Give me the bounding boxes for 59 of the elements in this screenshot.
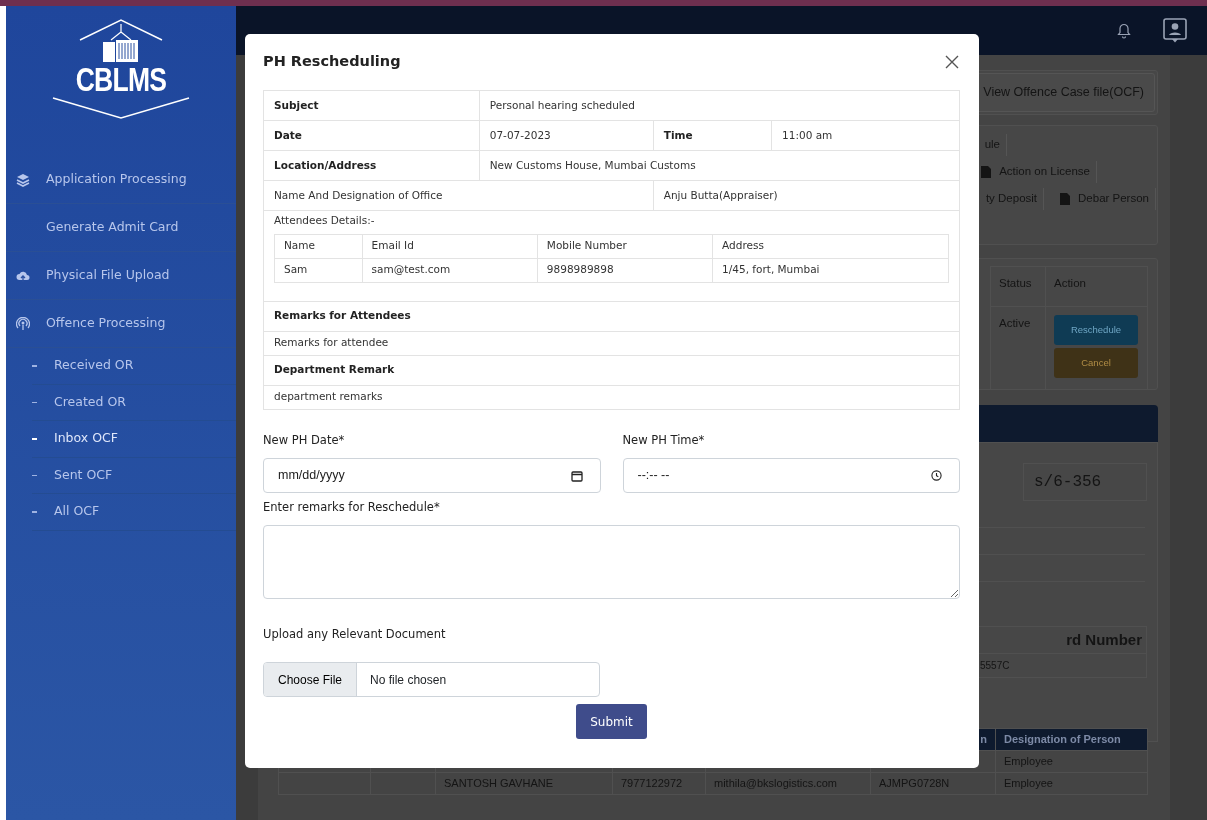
sidebar-subitem[interactable]: Sent OCF [54, 465, 113, 485]
time-field[interactable]: --:-- -- [622, 457, 960, 493]
field-label: Name And Designation of Office [263, 180, 654, 211]
table-cell: 07-07-2023 [479, 120, 654, 151]
close-icon [944, 54, 960, 70]
cancel-button[interactable]: Cancel [1054, 348, 1138, 378]
table-header-cell: Name [274, 234, 363, 258]
table-header-cell: Address [712, 234, 949, 258]
table-cell: New Customs House, Mumbai Customs [479, 150, 960, 181]
table-cell: sam@test.com [362, 258, 538, 282]
field-label: Upload any Relevant Document [263, 626, 447, 643]
field-label: Enter remarks for Reschedule* [263, 498, 441, 516]
date-field[interactable]: mm/dd/yyyy [263, 457, 601, 493]
sidebar-subitem[interactable]: Received OR [54, 356, 134, 376]
sidebar-item[interactable]: Physical File Upload [46, 266, 170, 285]
table-cell: 9898989898 [537, 258, 713, 282]
submit-button[interactable]: Submit [576, 704, 647, 740]
logo-chevron-icon [51, 96, 191, 120]
table-cell: 11:00 am [771, 120, 960, 151]
table-cell: Sam [274, 258, 363, 282]
table-cell: Anju Butta(Appraiser) [653, 180, 960, 211]
broadcast-icon [16, 316, 30, 331]
file-field[interactable]: Choose File No file chosen [263, 662, 600, 698]
field-label: Remarks for Attendees [263, 301, 960, 331]
close-button[interactable] [944, 54, 960, 70]
field-label: Subject [263, 90, 480, 121]
field-label: Location/Address [263, 150, 480, 181]
logo-text: CBLMS [75, 62, 167, 96]
sidebar-subitem[interactable]: Inbox OCF [54, 429, 118, 449]
field-label: Date [263, 120, 480, 151]
document-icon [981, 165, 992, 178]
table-cell: Personal hearing scheduled [479, 90, 960, 121]
table-header-cell: Designation of Person [995, 728, 1148, 751]
sidebar-subitem[interactable]: All OCF [54, 502, 100, 522]
field-label: New PH Time* [622, 431, 706, 449]
sidebar-item[interactable]: Offence Processing [46, 314, 166, 333]
modal-title: PH Rescheduling [263, 53, 401, 71]
field-label: Department Remark [263, 355, 960, 385]
field-label: Attendees Details:- [263, 210, 960, 231]
choose-file-button[interactable]: Choose File [264, 663, 358, 697]
file-status-text: No file chosen [369, 671, 447, 689]
document-icon [1060, 192, 1071, 205]
notification-bell-icon[interactable] [1117, 22, 1131, 39]
remarks-field[interactable] [263, 525, 960, 599]
table-header-cell: Mobile Number [537, 234, 713, 258]
field-label: New PH Date* [263, 431, 346, 449]
user-profile-icon[interactable] [1163, 17, 1187, 44]
reschedule-button[interactable]: Reschedule [1054, 315, 1138, 345]
field-label: Time [653, 120, 772, 151]
table-cell: Remarks for attendee [263, 331, 960, 355]
table-header-cell: Email Id [362, 234, 538, 258]
clock-icon [931, 469, 942, 481]
calendar-icon [570, 469, 583, 482]
sidebar-subitem[interactable]: Created OR [54, 392, 126, 412]
table-cell: department remarks [263, 385, 960, 409]
table-cell: 1/45, fort, Mumbai [712, 258, 949, 282]
layers-icon [16, 172, 30, 187]
sidebar-item[interactable]: Generate Admit Card [46, 218, 179, 237]
sidebar-item[interactable]: Application Processing [46, 170, 187, 189]
